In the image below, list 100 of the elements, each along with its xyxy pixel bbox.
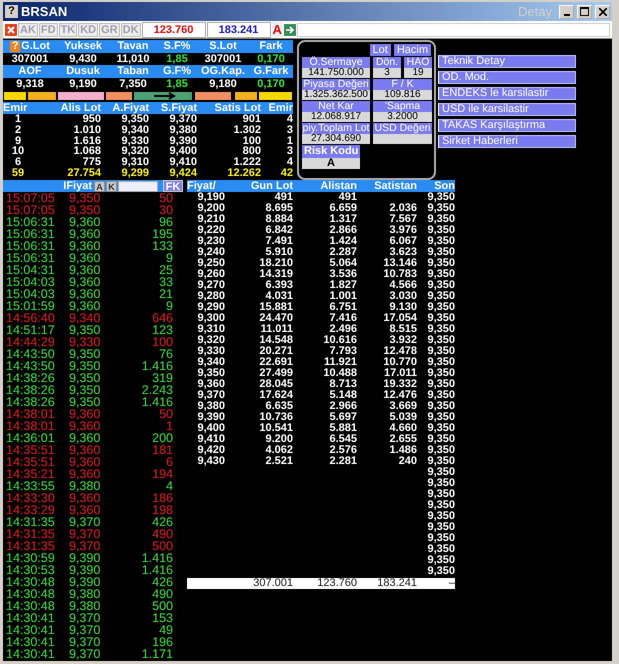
field-label: HAO xyxy=(404,57,432,68)
table-cell-text: 7,350 xyxy=(118,78,148,90)
menu-button[interactable]: ENDEKS le karsilastir xyxy=(438,87,576,100)
table-cell-text: 9,350 xyxy=(121,114,149,125)
menu-button[interactable]: TAKAS Karşılaştırma xyxy=(438,119,576,132)
table-cell-text: 307001 xyxy=(10,52,50,65)
table-cell-text: 9,350 xyxy=(426,390,455,401)
trade-lot: 33 xyxy=(158,276,173,288)
table-cell-text: 9,290 xyxy=(196,302,225,313)
trade-price: 9,370 xyxy=(69,636,102,648)
trade-lot: 6 xyxy=(165,456,173,468)
table-cell-text: 950 xyxy=(82,114,101,125)
trade-time: 15:04:03 xyxy=(5,288,56,300)
table-cell-text: 9,350 xyxy=(426,214,455,225)
table-cell-text: 9,318 xyxy=(15,78,45,90)
table-cell-text: 9,350 xyxy=(426,291,455,302)
trade-time: 14:35:51 xyxy=(5,444,56,456)
table-cell-text: 9,350 xyxy=(426,368,455,379)
trade-price: 9,350 xyxy=(69,192,102,204)
trade-time: 14:30:41 xyxy=(5,624,56,636)
table-cell-text: 9,350 xyxy=(426,269,455,280)
table-cell-text: 9,350 xyxy=(426,489,455,500)
table-cell-text: 18.210 xyxy=(258,258,293,269)
table-cell-text: 7.793 xyxy=(328,346,357,357)
toggle-button[interactable]: Hacim xyxy=(394,44,431,56)
minimize-button[interactable] xyxy=(559,4,574,18)
trade-time: 15:06:31 xyxy=(5,228,56,240)
table-cell-text: 9,190 xyxy=(68,78,98,90)
trade-time: 14:38:26 xyxy=(5,372,56,384)
table-cell-text: 9,390 xyxy=(196,412,225,423)
table-cell-text: 9,330 xyxy=(120,136,149,146)
total-cell-text: 59 xyxy=(10,168,26,179)
trade-lot: 1 xyxy=(165,420,173,432)
column-header: ? G.Lot xyxy=(9,40,51,52)
trade-time: 15:01:59 xyxy=(5,300,56,312)
trade-time: 14:31:35 xyxy=(5,540,56,552)
field-value: 109.816 xyxy=(373,90,432,100)
table-cell-text: 9,230 xyxy=(196,236,225,247)
trade-lot: 21 xyxy=(158,288,173,300)
column-header: Emir xyxy=(3,102,28,114)
trade-time: 14:30:41 xyxy=(5,648,56,660)
trade-price: 9,350 xyxy=(69,384,102,396)
table-cell-text: 9,430 xyxy=(68,52,98,65)
table-cell-text: 9,410 xyxy=(168,157,197,168)
table-cell-text: 9,350 xyxy=(426,511,455,522)
filter-input-field[interactable] xyxy=(118,180,158,192)
minimize-icon xyxy=(564,14,570,16)
filter-toggle-button[interactable]: K xyxy=(106,180,117,192)
trade-price: 9,330 xyxy=(69,336,102,348)
table-cell-text: 2 xyxy=(14,124,22,136)
table-cell-text: 3.623 xyxy=(388,247,417,258)
help-icon[interactable]: ? xyxy=(10,41,20,52)
trade-time: 14:33:55 xyxy=(5,480,56,492)
close-icon[interactable] xyxy=(5,24,17,36)
table-cell-text: 9,370 xyxy=(196,390,225,401)
column-header: G.Fark xyxy=(252,65,290,78)
menu-button[interactable]: Sirket Haberleri xyxy=(438,135,576,148)
toggle-button[interactable]: Lot xyxy=(370,44,391,56)
table-cell-text: 4 xyxy=(286,114,293,125)
table-cell-text: 24.470 xyxy=(258,313,293,324)
table-cell-text: 8.695 xyxy=(264,203,293,214)
trade-price: 9,390 xyxy=(69,576,102,588)
table-cell-text: 17.624 xyxy=(258,390,293,401)
table-cell-text: 9,350 xyxy=(426,357,455,368)
table-cell-text: 2.866 xyxy=(328,225,357,236)
table-cell-text: 901 xyxy=(242,114,261,125)
table-cell-text: 1 xyxy=(286,136,293,146)
trade-time: 14:35:51 xyxy=(5,456,56,468)
menu-button[interactable]: USD ile karsilastir xyxy=(438,103,576,116)
menu-button[interactable]: OD. Mod. xyxy=(438,71,576,84)
close-button[interactable] xyxy=(595,4,610,18)
arrow-right-icon[interactable] xyxy=(284,24,296,36)
table-cell-text: 11.011 xyxy=(260,324,293,335)
window-caption: Detay xyxy=(518,4,552,19)
column-header: Gun Lot xyxy=(250,180,293,192)
table-cell-text: 9,390 xyxy=(168,136,197,146)
table-cell-text: 9,430 xyxy=(196,456,225,467)
trade-lot: 123 xyxy=(151,324,173,336)
trade-lot: 490 xyxy=(151,588,173,600)
trade-time: 14:38:26 xyxy=(5,396,56,408)
table-cell-text: 9,350 xyxy=(426,247,455,258)
table-cell-text: 9,240 xyxy=(196,247,225,258)
input-field[interactable] xyxy=(296,22,610,36)
trade-price: 9,380 xyxy=(69,588,102,600)
table-cell-text: 3 xyxy=(286,146,293,158)
filter-button[interactable]: FK xyxy=(163,180,183,192)
table-cell-text: 9,350 xyxy=(426,192,455,203)
table-cell-text: 6.842 xyxy=(264,225,293,236)
trade-price: 9,370 xyxy=(69,516,102,528)
maximize-button[interactable] xyxy=(577,4,592,18)
help-icon[interactable]: ? xyxy=(5,5,18,18)
table-cell-text: 20.271 xyxy=(258,346,293,357)
table-cell-text: 1.068 xyxy=(72,146,101,158)
filter-toggle-button[interactable]: A xyxy=(94,180,105,192)
table-cell-text: 9,350 xyxy=(426,500,455,511)
trade-price: 9,360 xyxy=(69,264,102,276)
trade-time: 15:04:03 xyxy=(5,276,56,288)
trade-lot: 76 xyxy=(158,348,173,360)
menu-button[interactable]: Teknik Detay xyxy=(438,55,576,68)
table-cell-text: 10.541 xyxy=(258,423,293,434)
